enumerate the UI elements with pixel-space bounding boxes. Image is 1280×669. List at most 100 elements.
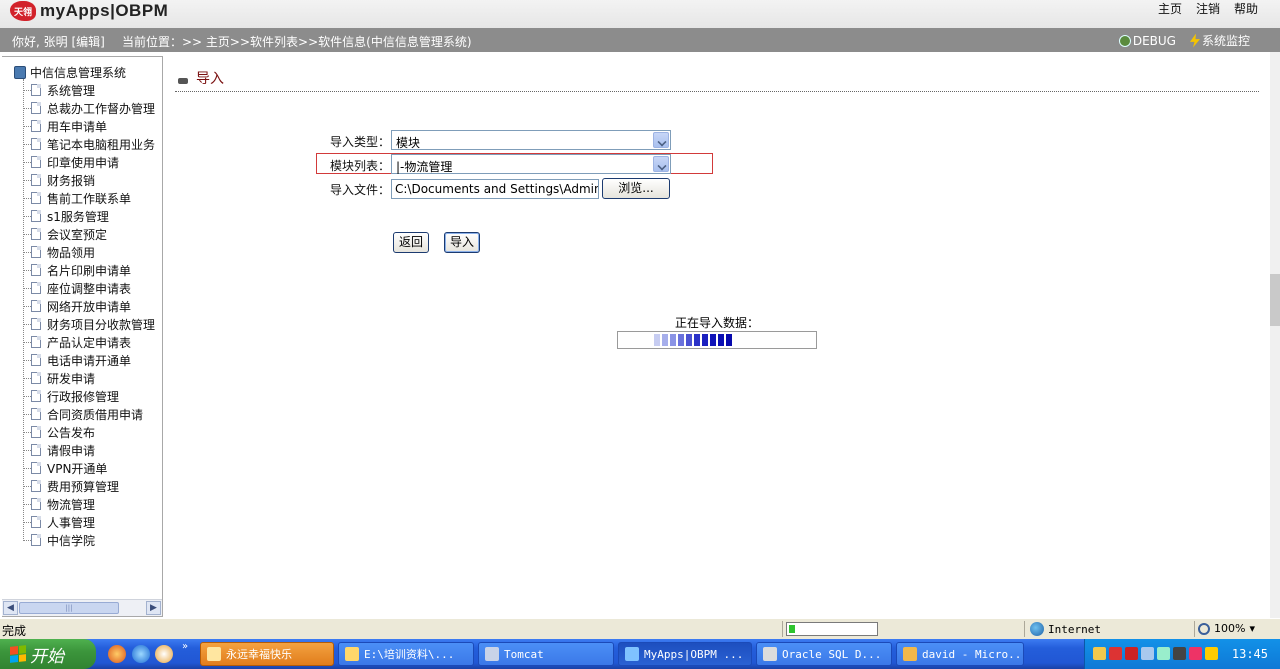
collapse-icon[interactable] bbox=[178, 78, 188, 84]
sidebar-item[interactable]: s1服务管理 bbox=[23, 207, 155, 225]
task-app-icon bbox=[345, 647, 359, 661]
import-file-label: 导入文件： bbox=[330, 183, 391, 197]
header-divider bbox=[175, 91, 1259, 92]
ie-icon[interactable] bbox=[132, 645, 150, 663]
sidebar-item-label: 物品领用 bbox=[47, 245, 96, 260]
sidebar-item-label: 财务报销 bbox=[47, 173, 96, 188]
sidebar-item-label: VPN开通单 bbox=[47, 461, 108, 476]
task-label: Oracle SQL D... bbox=[782, 647, 882, 661]
taskbar-task[interactable]: Oracle SQL D... bbox=[756, 642, 892, 666]
tree-branch bbox=[23, 251, 31, 253]
tray-app-icon[interactable] bbox=[1093, 647, 1106, 660]
top-nav: 主页 注销 帮助 bbox=[1158, 0, 1258, 17]
chevron-right-icon[interactable]: » bbox=[182, 641, 188, 652]
tray-qq-icon[interactable] bbox=[1109, 647, 1122, 660]
sidebar-item[interactable]: 中信学院 bbox=[23, 531, 155, 549]
sidebar-item-label: 财务项目分收款管理 bbox=[47, 317, 156, 332]
start-label: 开始 bbox=[30, 646, 64, 667]
progress-block bbox=[670, 334, 676, 346]
import-file-input[interactable]: C:\Documents and Settings\Admini bbox=[391, 179, 599, 199]
zone-label: Internet bbox=[1048, 622, 1101, 636]
progress-block bbox=[694, 334, 700, 346]
sidebar-item[interactable]: 公告发布 bbox=[23, 423, 155, 441]
sidebar-item[interactable]: 物品领用 bbox=[23, 243, 155, 261]
sidebar-item[interactable]: 财务项目分收款管理 bbox=[23, 315, 155, 333]
sidebar-item[interactable]: 产品认定申请表 bbox=[23, 333, 155, 351]
sidebar-item-label: 行政报修管理 bbox=[47, 389, 120, 404]
page-vertical-scrollbar[interactable] bbox=[1270, 52, 1280, 618]
tree-root[interactable]: 中信信息管理系统 bbox=[14, 64, 126, 81]
tray-network-icon[interactable] bbox=[1141, 647, 1154, 660]
sidebar-item[interactable]: 会议室预定 bbox=[23, 225, 155, 243]
home-link[interactable]: 主页 bbox=[1158, 0, 1182, 17]
sidebar-item[interactable]: 笔记本电脑租用业务 bbox=[23, 135, 155, 153]
start-button[interactable]: 开始 bbox=[0, 639, 96, 669]
page-scroll-thumb[interactable] bbox=[1270, 274, 1280, 326]
taskbar-task[interactable]: E:\培训资料\... bbox=[338, 642, 474, 666]
sidebar-item[interactable]: 总裁办工作督办管理 bbox=[23, 99, 155, 117]
sidebar-item[interactable]: 电话申请开通单 bbox=[23, 351, 155, 369]
taskbar-task[interactable]: MyApps|OBPM ... bbox=[618, 642, 752, 666]
system-monitor-button[interactable]: 系统监控 bbox=[1189, 32, 1250, 49]
chevron-down-icon[interactable] bbox=[653, 156, 669, 172]
import-type-select[interactable]: 模块 bbox=[391, 130, 671, 150]
scroll-thumb[interactable]: ||| bbox=[19, 602, 119, 614]
sidebar-item[interactable]: 财务报销 bbox=[23, 171, 155, 189]
sidebar-item[interactable]: 人事管理 bbox=[23, 513, 155, 531]
sidebar-item-label: 印章使用申请 bbox=[47, 155, 120, 170]
taskbar-task[interactable]: david - Micro... bbox=[896, 642, 1024, 666]
tree-branch bbox=[23, 305, 31, 307]
windows-logo-icon bbox=[10, 645, 26, 663]
sidebar-item[interactable]: 研发申请 bbox=[23, 369, 155, 387]
sidebar-item[interactable]: 请假申请 bbox=[23, 441, 155, 459]
document-icon bbox=[31, 480, 41, 492]
sidebar-item[interactable]: 物流管理 bbox=[23, 495, 155, 513]
sidebar-item[interactable]: 行政报修管理 bbox=[23, 387, 155, 405]
sidebar-item[interactable]: 用车申请单 bbox=[23, 117, 155, 135]
help-link[interactable]: 帮助 bbox=[1234, 0, 1258, 17]
tree-branch bbox=[23, 233, 31, 235]
document-icon bbox=[31, 192, 41, 204]
sidebar-item-label: 产品认定申请表 bbox=[47, 335, 132, 350]
module-list-select[interactable]: |-物流管理 bbox=[391, 154, 671, 174]
back-button[interactable]: 返回 bbox=[393, 232, 429, 253]
firefox-icon[interactable] bbox=[108, 645, 126, 663]
sidebar-item[interactable]: 印章使用申请 bbox=[23, 153, 155, 171]
taskbar-task[interactable]: 永远幸福快乐 bbox=[200, 642, 334, 666]
browse-button[interactable]: 浏览... bbox=[602, 178, 670, 199]
tree-branch bbox=[23, 431, 31, 433]
scroll-right-button[interactable]: ▶ bbox=[146, 601, 161, 615]
sidebar-item[interactable]: 合同资质借用申请 bbox=[23, 405, 155, 423]
tree-branch bbox=[23, 485, 31, 487]
scroll-left-button[interactable]: ◀ bbox=[3, 601, 18, 615]
progress-blocks bbox=[654, 334, 732, 346]
sidebar-item[interactable]: 费用预算管理 bbox=[23, 477, 155, 495]
sidebar-item-label: s1服务管理 bbox=[47, 209, 109, 224]
sidebar-item[interactable]: 座位调整申请表 bbox=[23, 279, 155, 297]
chevron-down-icon[interactable] bbox=[653, 132, 669, 148]
zoom-control[interactable]: 100% ▾ bbox=[1198, 622, 1255, 635]
sidebar-item[interactable]: VPN开通单 bbox=[23, 459, 155, 477]
sidebar-item[interactable]: 系统管理 bbox=[23, 81, 155, 99]
user-greeting[interactable]: 你好, 张明 [编辑] bbox=[12, 33, 105, 50]
zoom-label: 100% bbox=[1214, 622, 1246, 635]
tray-misc-icon[interactable] bbox=[1189, 647, 1202, 660]
clock-app-icon[interactable] bbox=[155, 645, 173, 663]
debug-button[interactable]: DEBUG bbox=[1118, 34, 1176, 48]
logout-link[interactable]: 注销 bbox=[1196, 0, 1220, 17]
tray-volume-icon[interactable] bbox=[1157, 647, 1170, 660]
status-divider bbox=[1024, 621, 1025, 637]
sidebar-item[interactable]: 售前工作联系单 bbox=[23, 189, 155, 207]
tray-nvidia-icon[interactable] bbox=[1173, 647, 1186, 660]
tray-antivirus-icon[interactable] bbox=[1125, 647, 1138, 660]
taskbar-task[interactable]: Tomcat bbox=[478, 642, 614, 666]
import-button[interactable]: 导入 bbox=[444, 232, 480, 253]
chevron-down-icon[interactable]: ▾ bbox=[1249, 622, 1255, 635]
document-icon bbox=[31, 246, 41, 258]
sidebar-item[interactable]: 名片印刷申请单 bbox=[23, 261, 155, 279]
sidebar-horizontal-scrollbar[interactable]: ◀ ||| ▶ bbox=[2, 599, 162, 616]
sidebar-item[interactable]: 网络开放申请单 bbox=[23, 297, 155, 315]
tray-security-icon[interactable] bbox=[1205, 647, 1218, 660]
document-icon bbox=[31, 372, 41, 384]
module-list-value: |-物流管理 bbox=[396, 160, 453, 174]
